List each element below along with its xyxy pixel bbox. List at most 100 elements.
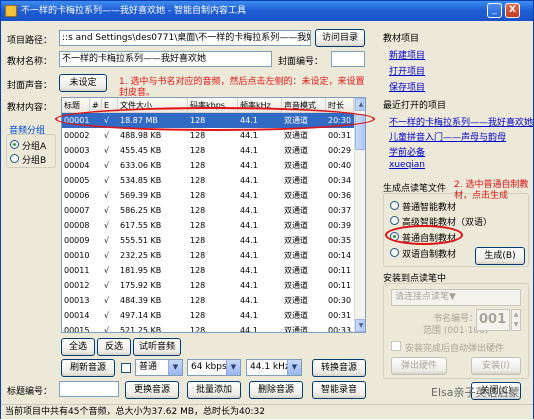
table-row[interactable]: 00015 √ 521.25 KB 128 44.1 双通道 00:33 [62, 323, 354, 333]
open-project-link[interactable]: 打开项目 [389, 64, 425, 77]
table-cell [90, 233, 102, 248]
table-cell: 00011 [64, 266, 90, 275]
table-cell: 44.1 [240, 236, 258, 245]
freq-select-value: 44.1 kHz [250, 362, 290, 372]
book-no-spinner[interactable]: ▲ ▼ [511, 309, 521, 331]
scroll-down-icon[interactable]: ▼ [355, 319, 365, 332]
pen-select[interactable]: 请连接点读笔▼ [391, 289, 521, 306]
cover-no-field[interactable] [331, 51, 365, 67]
cover-sound-button[interactable]: 未设定 [59, 74, 107, 92]
eject-button[interactable]: 弹出硬件 [391, 357, 447, 375]
minimize-button[interactable]: _ [487, 3, 502, 18]
mode-checkbox[interactable] [121, 363, 131, 373]
table-cell [90, 278, 102, 293]
mode-select[interactable]: 普通 ▼ [135, 359, 183, 376]
opt-advanced-radio[interactable] [390, 216, 399, 225]
new-project-link[interactable]: 新建项目 [389, 48, 425, 61]
save-project-link[interactable]: 保存项目 [389, 80, 425, 93]
table-cell: 双通道 [284, 236, 308, 245]
table-cell: 128 [190, 191, 206, 200]
table-cell: 00:34 [328, 176, 352, 185]
table-cell: 128 [190, 206, 206, 215]
select-all-button[interactable]: 全选 [61, 338, 95, 356]
generate-button[interactable]: 生成(B) [475, 247, 525, 265]
table-cell: 00009 [64, 236, 90, 245]
table-row[interactable]: 00007 √ 586.25 KB 128 44.1 双通道 00:37 [62, 203, 354, 218]
opt-bilingual-radio[interactable] [390, 248, 399, 257]
recent-project-2[interactable]: 儿童拼音入门——声母与韵母 [389, 130, 506, 143]
audition-button[interactable]: 试听音频 [133, 338, 181, 356]
opt-normal-radio[interactable] [390, 201, 399, 210]
table-cell: 双通道 [284, 191, 308, 200]
project-header: 教材项目 [383, 34, 420, 44]
table-cell: 双通道 [284, 281, 308, 290]
table-row[interactable]: 00009 √ 555.51 KB 128 44.1 双通道 00:35 [62, 233, 354, 248]
table-cell: 00004 [64, 161, 90, 170]
install-button[interactable]: 安装(I) [471, 357, 521, 375]
table-cell: 128 [190, 296, 206, 305]
table-row[interactable]: 00011 √ 181.95 KB 128 44.1 双通道 00:11 [62, 263, 354, 278]
table-row[interactable]: 00014 √ 497.14 KB 128 44.1 双通道 00:31 [62, 308, 354, 323]
table-cell: 00006 [64, 191, 90, 200]
table-cell: 00015 [64, 326, 90, 333]
table-cell: 双通道 [284, 311, 308, 320]
table-cell: 484.39 KB [120, 296, 162, 305]
scroll-up-icon[interactable]: ▲ [355, 98, 365, 111]
table-scrollbar[interactable]: ▲ ▼ [354, 98, 365, 332]
table-row[interactable]: 00013 √ 484.39 KB 128 44.1 双通道 00:30 [62, 293, 354, 308]
table-cell [90, 143, 102, 158]
record-button[interactable]: 智能录音 [312, 381, 366, 399]
group-a-radio[interactable] [10, 140, 19, 149]
table-row[interactable]: 00005 √ 534.85 KB 128 44.1 双通道 00:34 [62, 173, 354, 188]
table-cell: √ [104, 296, 110, 305]
table-cell: 521.25 KB [120, 326, 162, 333]
table-cell: 00005 [64, 176, 90, 185]
batch-add-button[interactable]: 批量添加 [187, 381, 241, 399]
table-row[interactable]: 00012 √ 175.92 KB 128 44.1 双通道 00:11 [62, 278, 354, 293]
chevron-down-icon: ▼ [168, 360, 182, 375]
table-cell: 128 [190, 326, 206, 333]
table-cell: 00014 [64, 311, 90, 320]
invert-button[interactable]: 反选 [97, 338, 131, 356]
table-cell: 00:31 [328, 131, 352, 140]
table-cell: 00:11 [328, 266, 352, 275]
col-title[interactable]: 标题 [62, 98, 90, 113]
safe-remove-checkbox[interactable] [391, 341, 401, 351]
replace-button[interactable]: 更换音源 [125, 381, 179, 399]
name-field[interactable]: 不一样的卡梅拉系列——我好喜欢她 [59, 51, 272, 67]
book-no-field[interactable]: 001 [476, 309, 510, 331]
visit-dir-button[interactable]: 访问目录 [315, 29, 365, 47]
table-cell: 44.1 [240, 326, 258, 333]
group-b-radio[interactable] [10, 154, 19, 163]
table-cell: 00002 [64, 131, 90, 140]
table-cell [90, 188, 102, 203]
table-cell: 00003 [64, 146, 90, 155]
table-row[interactable]: 00004 √ 633.06 KB 128 44.1 双通道 00:40 [62, 158, 354, 173]
table-row[interactable]: 00003 √ 455.45 KB 128 44.1 双通道 00:29 [62, 143, 354, 158]
recent-project-3[interactable]: 学前必备 [389, 145, 425, 158]
table-cell: √ [104, 236, 110, 245]
table-cell: 455.45 KB [120, 146, 162, 155]
convert-button[interactable]: 转换音源 [312, 359, 366, 377]
table-row[interactable]: 00008 √ 617.55 KB 128 44.1 双通道 00:39 [62, 218, 354, 233]
table-cell: 497.14 KB [120, 311, 162, 320]
freq-select[interactable]: 44.1 kHz ▼ [246, 359, 302, 376]
audio-table[interactable]: 标题 # E 文件大小 码率kbps 频率kHz 声音模式 时长 00001 √ 1… [61, 97, 366, 333]
table-cell: 534.85 KB [120, 176, 162, 185]
refresh-button[interactable]: 刷新音源 [61, 359, 115, 377]
bitrate-select[interactable]: 64 kbps ▼ [187, 359, 241, 376]
table-cell: √ [104, 191, 110, 200]
table-row[interactable]: 00010 √ 232.25 KB 128 44.1 双通道 00:14 [62, 248, 354, 263]
table-row[interactable]: 00006 √ 569.39 KB 128 44.1 双通道 00:36 [62, 188, 354, 203]
table-cell: √ [104, 281, 110, 290]
recent-project-4[interactable]: xueqian [389, 160, 425, 170]
path-field[interactable]: ::s and Settings\des0771\桌面\不一样的卡梅拉系列——我… [59, 30, 311, 46]
table-cell [90, 203, 102, 218]
title-no-field[interactable] [59, 381, 119, 397]
table-cell: 00:33 [328, 326, 352, 333]
recent-project-1[interactable]: 不一样的卡梅拉系列——我好喜欢她 [389, 115, 533, 128]
annotation-step-2: 2. 选中普通自制教材，点击生成 [454, 180, 529, 201]
delete-button[interactable]: 删除音源 [249, 381, 303, 399]
pen-select-value: 请连接点读笔▼ [395, 292, 456, 302]
close-window-button[interactable]: X [505, 3, 520, 18]
